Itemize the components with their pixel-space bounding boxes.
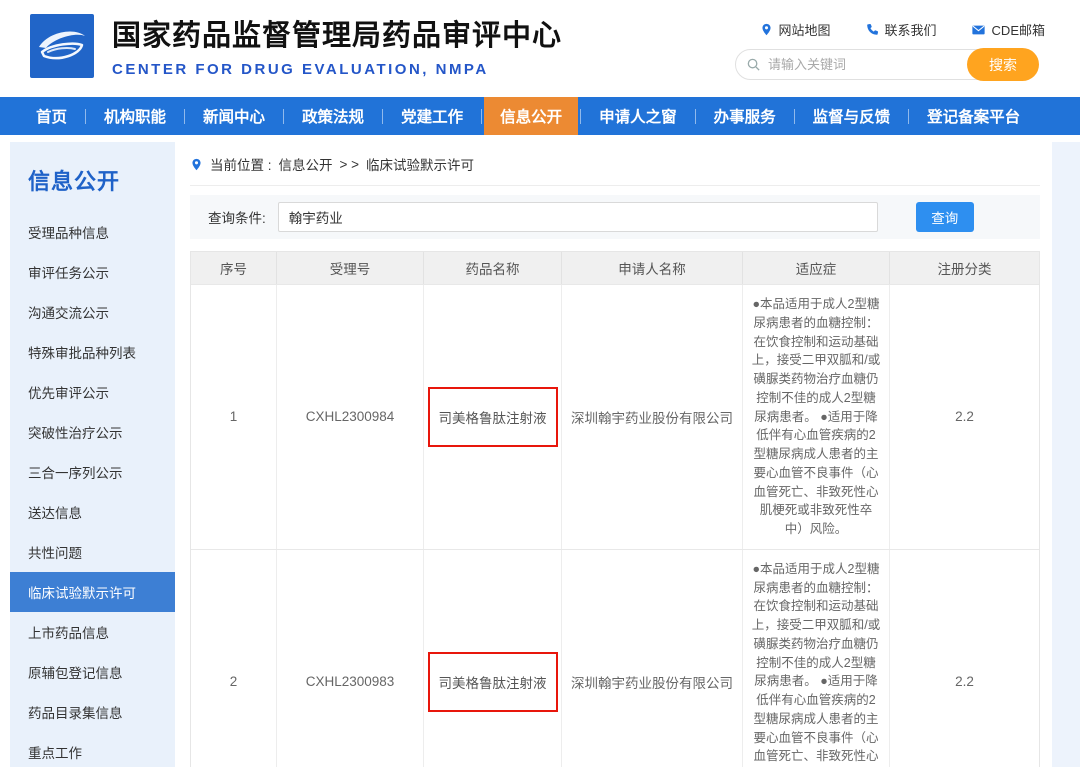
row-indication-cell: ●本品适用于成人2型糖尿病患者的血糖控制： 在饮食控制和运动基础上，接受二甲双胍… [743,550,890,767]
sidebar-item-12[interactable]: 药品目录集信息 [10,692,175,732]
sidebar-title: 信息公开 [10,142,175,212]
nav-item-4[interactable]: 党建工作 [385,97,479,135]
sidebar-item-1[interactable]: 审评任务公示 [10,252,175,292]
nav-item-6[interactable]: 申请人之窗 [583,97,693,135]
quick-link-1[interactable]: 联系我们 [865,20,937,39]
right-margin-strip [1052,142,1080,767]
quick-link-label: 网站地图 [779,20,831,39]
nav-item-8[interactable]: 监督与反馈 [797,97,907,135]
row-registration-class-cell: 2.2 [890,285,1039,549]
query-condition-label: 查询条件: [208,207,266,227]
row-applicant-cell: 深圳翰宇药业股份有限公司 [562,285,743,549]
sidebar-item-9[interactable]: 临床试验默示许可 [10,572,175,612]
nav-item-1[interactable]: 机构职能 [88,97,182,135]
results-table-body: 1CXHL2300984司美格鲁肽注射液深圳翰宇药业股份有限公司●本品适用于成人… [191,284,1039,767]
nav-separator [85,109,86,124]
sidebar-item-5[interactable]: 突破性治疗公示 [10,412,175,452]
sidebar-item-8[interactable]: 共性问题 [10,532,175,572]
nav-item-0[interactable]: 首页 [20,97,83,135]
column-header-3: 申请人名称 [562,252,743,284]
row-drug-name-cell: 司美格鲁肽注射液 [424,285,562,549]
nav-separator [481,109,482,124]
site-search: 搜索 [735,49,1035,80]
query-button[interactable]: 查询 [916,202,974,232]
search-button[interactable]: 搜索 [967,48,1039,81]
nav-item-7[interactable]: 办事服务 [698,97,792,135]
row-registration-class-cell: 2.2 [890,550,1039,767]
row-applicant-cell: 深圳翰宇药业股份有限公司 [562,550,743,767]
quick-link-0[interactable]: 网站地图 [760,20,831,39]
sidebar-items: 受理品种信息审评任务公示沟通交流公示特殊审批品种列表优先审评公示突破性治疗公示三… [10,212,175,767]
breadcrumb: 当前位置 : 信息公开 > > 临床试验默示许可 [190,150,1040,178]
drug-name-highlighted: 司美格鲁肽注射液 [428,652,558,712]
site-title: 国家药品监督管理局药品审评中心 [112,12,562,54]
query-condition-input[interactable] [278,202,878,232]
nav-item-3[interactable]: 政策法规 [286,97,380,135]
mail-icon [971,23,986,37]
quick-links: 网站地图 联系我们 CDE邮箱 [760,20,1045,39]
site-subtitle: CENTER FOR DRUG EVALUATION, NMPA [112,61,562,78]
breadcrumb-separator: > > [340,157,360,172]
results-table-header: 序号受理号药品名称申请人名称适应症注册分类 [191,252,1039,284]
cde-logo-icon [30,14,94,78]
sidebar-item-2[interactable]: 沟通交流公示 [10,292,175,332]
sidebar: 信息公开 受理品种信息审评任务公示沟通交流公示特殊审批品种列表优先审评公示突破性… [10,142,175,767]
nav-item-5[interactable]: 信息公开 [484,97,578,135]
nav-separator [382,109,383,124]
nav-separator [695,109,696,124]
quick-link-label: 联系我们 [885,20,937,39]
breadcrumb-divider [190,185,1040,186]
quick-link-label: CDE邮箱 [992,20,1045,39]
column-header-1: 受理号 [277,252,424,284]
sidebar-item-6[interactable]: 三合一序列公示 [10,452,175,492]
nav-item-2[interactable]: 新闻中心 [187,97,281,135]
sidebar-item-10[interactable]: 上市药品信息 [10,612,175,652]
location-pin-icon [190,157,203,172]
sidebar-item-0[interactable]: 受理品种信息 [10,212,175,252]
quick-link-2[interactable]: CDE邮箱 [971,20,1045,39]
drug-name-highlighted: 司美格鲁肽注射液 [428,387,558,447]
breadcrumb-current[interactable]: 临床试验默示许可 [366,154,474,174]
phone-icon [865,23,879,37]
nav-item-9[interactable]: 登记备案平台 [911,97,1036,135]
sidebar-item-13[interactable]: 重点工作 [10,732,175,767]
nav-separator [283,109,284,124]
main-nav: 首页机构职能新闻中心政策法规党建工作信息公开申请人之窗办事服务监督与反馈登记备案… [0,97,1080,135]
table-row: 1CXHL2300984司美格鲁肽注射液深圳翰宇药业股份有限公司●本品适用于成人… [191,284,1039,549]
results-table: 序号受理号药品名称申请人名称适应症注册分类 1CXHL2300984司美格鲁肽注… [190,251,1040,767]
breadcrumb-section[interactable]: 信息公开 [279,154,333,174]
query-bar: 查询条件: 查询 [190,195,1040,239]
sidebar-item-4[interactable]: 优先审评公示 [10,372,175,412]
row-seq-cell: 2 [191,550,277,767]
column-header-2: 药品名称 [424,252,562,284]
row-drug-name-cell: 司美格鲁肽注射液 [424,550,562,767]
row-indication-cell: ●本品适用于成人2型糖尿病患者的血糖控制： 在饮食控制和运动基础上，接受二甲双胍… [743,285,890,549]
nav-separator [184,109,185,124]
sidebar-item-3[interactable]: 特殊审批品种列表 [10,332,175,372]
main-content: 当前位置 : 信息公开 > > 临床试验默示许可 查询条件: 查询 序号受理号药… [190,142,1040,767]
row-seq-cell: 1 [191,285,277,549]
table-row: 2CXHL2300983司美格鲁肽注射液深圳翰宇药业股份有限公司●本品适用于成人… [191,549,1039,767]
site-header: 国家药品监督管理局药品审评中心 CENTER FOR DRUG EVALUATI… [0,0,1080,97]
map-pin-icon [760,22,773,37]
column-header-4: 适应症 [743,252,890,284]
nav-separator [908,109,909,124]
title-block: 国家药品监督管理局药品审评中心 CENTER FOR DRUG EVALUATI… [112,12,562,78]
row-acceptance-no-cell: CXHL2300983 [277,550,424,767]
sidebar-item-7[interactable]: 送达信息 [10,492,175,532]
page: 国家药品监督管理局药品审评中心 CENTER FOR DRUG EVALUATI… [0,0,1080,767]
nav-separator [580,109,581,124]
breadcrumb-location-label: 当前位置 : [210,154,272,174]
row-acceptance-no-cell: CXHL2300984 [277,285,424,549]
column-header-5: 注册分类 [890,252,1039,284]
sidebar-item-11[interactable]: 原辅包登记信息 [10,652,175,692]
column-header-0: 序号 [191,252,277,284]
search-icon [746,57,761,77]
nav-separator [794,109,795,124]
